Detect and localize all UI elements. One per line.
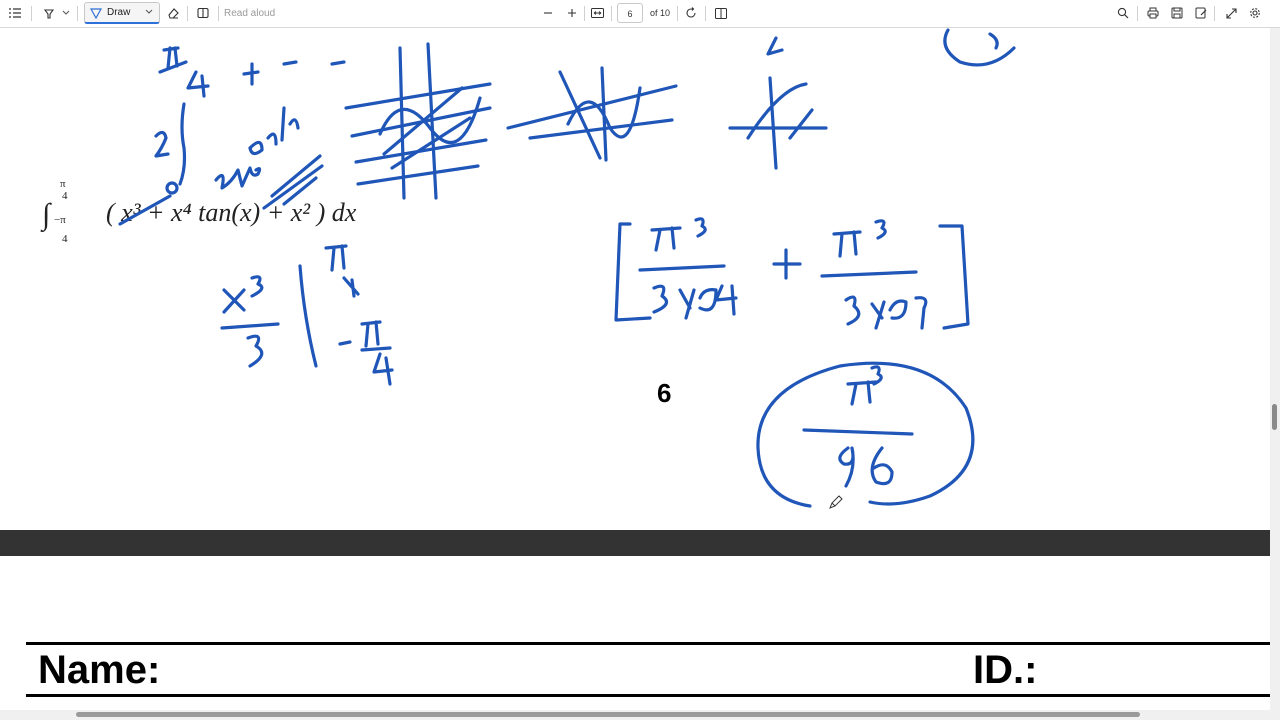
- read-aloud-button[interactable]: Read aloud: [224, 3, 284, 23]
- ink-answer-bar: [802, 428, 914, 436]
- ink-four: [186, 70, 210, 98]
- settings-icon[interactable]: [1247, 3, 1263, 23]
- toolbar-separator: [1137, 6, 1138, 21]
- toolbar-separator: [705, 6, 706, 21]
- toolbar-separator: [611, 6, 612, 21]
- ink-answer-circle: [756, 361, 975, 508]
- ink-annotation-layer: [118, 28, 1016, 508]
- save-as-icon[interactable]: [1193, 3, 1209, 23]
- header-rule-bottom: [26, 694, 1270, 697]
- ink-four-lower: [360, 346, 394, 386]
- vertical-scroll-thumb[interactable]: [1272, 404, 1277, 430]
- search-icon[interactable]: [1115, 3, 1131, 23]
- erase-icon[interactable]: [164, 3, 182, 23]
- page-count: of 10: [649, 8, 671, 18]
- save-icon[interactable]: [1169, 3, 1185, 23]
- highlight-icon[interactable]: [40, 3, 58, 23]
- ink-fraction-bar: [220, 322, 280, 330]
- page-number-input[interactable]: 6: [617, 3, 643, 23]
- ink-cube-2: [874, 219, 887, 240]
- ink-frac-bar-2: [820, 270, 918, 278]
- ink-fraction-line: [158, 60, 188, 74]
- ink-plus: [242, 62, 260, 86]
- ink-four-upper: [342, 276, 360, 298]
- rotate-icon[interactable]: [683, 3, 699, 23]
- ink-three-den: [246, 334, 264, 368]
- toolbar-separator: [187, 6, 188, 21]
- ink-bracket-left: [614, 222, 652, 322]
- ink-minus: [338, 340, 352, 346]
- ink-cube-1: [694, 217, 707, 238]
- zoom-out-icon[interactable]: [540, 3, 556, 23]
- print-icon[interactable]: [1145, 3, 1161, 23]
- zoom-in-icon[interactable]: [564, 3, 580, 23]
- header-rule-top: [26, 642, 1270, 645]
- ink-plus-2: [772, 248, 802, 280]
- chevron-down-icon[interactable]: [145, 7, 153, 18]
- pdf-page-next: Name: ID.:: [0, 556, 1270, 720]
- toolbar-separator: [218, 6, 219, 21]
- ink-top-circle: [943, 28, 1016, 67]
- ink-strike: [262, 154, 324, 210]
- fullscreen-icon[interactable]: [1223, 3, 1239, 23]
- fit-page-icon[interactable]: [589, 3, 605, 23]
- ink-den-2: [844, 295, 928, 330]
- ink-den-1: [652, 284, 738, 320]
- ink-graph-2: [506, 66, 678, 162]
- ink-frac-bar-1: [638, 264, 726, 272]
- ink-dash: [282, 60, 346, 66]
- ink-bracket-right: [938, 224, 970, 330]
- horizontal-scrollbar[interactable]: [0, 710, 1270, 720]
- ink-graph-3: [728, 76, 828, 170]
- ink-pi-2: [832, 230, 862, 258]
- ink-pi-upper: [324, 244, 348, 272]
- toolbar-separator: [31, 6, 32, 21]
- pdf-page-current: ∫ π 4 −π 4 ( x³ + x⁴ tan(x) + x² ) dx 6: [0, 28, 1270, 530]
- horizontal-scroll-thumb[interactable]: [76, 712, 1140, 717]
- page-view-icon[interactable]: [713, 3, 729, 23]
- ink-three-sup: [250, 275, 264, 298]
- ink-integral: [178, 102, 187, 186]
- toolbar-separator: [77, 6, 78, 21]
- name-label: Name:: [38, 648, 161, 692]
- ink-pi-lower: [360, 320, 382, 348]
- pen-cursor-icon: [828, 494, 844, 515]
- ink-answer-96: [838, 446, 894, 488]
- ink-top-mark: [766, 36, 784, 56]
- vertical-scrollbar[interactable]: [1270, 28, 1280, 720]
- view-icon[interactable]: [194, 3, 212, 23]
- ink-strike-x3: [118, 194, 172, 226]
- ink-pi-1: [650, 226, 682, 252]
- page-gap: [0, 530, 1270, 556]
- ink-two: [154, 130, 170, 158]
- ink-zero: [165, 181, 179, 195]
- ink-eval-bar: [298, 264, 318, 368]
- ink-odd: [248, 106, 300, 156]
- pdf-toolbar: Draw Read aloud 6 of 10: [0, 0, 1280, 28]
- draw-button-label: Draw: [107, 7, 131, 18]
- draw-icon: [85, 7, 107, 19]
- toolbar-separator: [584, 6, 585, 21]
- toolbar-separator: [1214, 6, 1215, 21]
- ink-even: [214, 166, 262, 190]
- chevron-down-icon[interactable]: [60, 3, 72, 23]
- contents-icon[interactable]: [6, 3, 24, 23]
- ink-graph-grid-1: [344, 42, 492, 200]
- draw-button[interactable]: Draw: [84, 2, 160, 24]
- toolbar-separator: [677, 6, 678, 21]
- ink-x: [222, 288, 246, 314]
- id-label: ID.:: [973, 648, 1038, 692]
- ink-answer-pi: [846, 380, 878, 406]
